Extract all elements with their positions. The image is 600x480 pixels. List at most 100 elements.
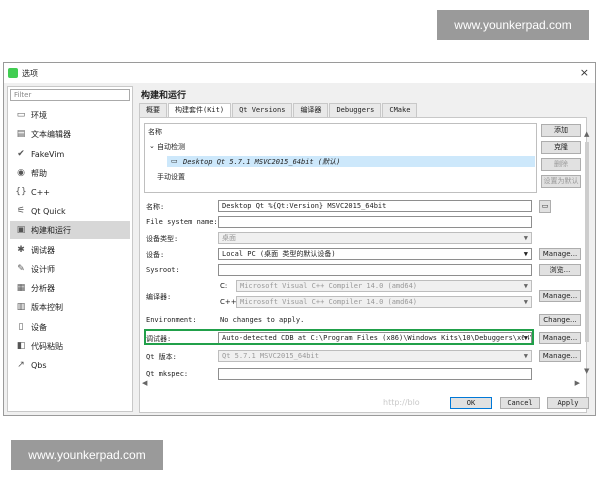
tab-overview[interactable]: 概要 (139, 103, 167, 117)
sidebar-item-version-control[interactable]: ▥ 版本控制 (10, 298, 130, 316)
sidebar-item-designer[interactable]: ✎ 设计师 (10, 260, 130, 278)
apply-button[interactable]: Apply (547, 397, 589, 409)
sidebar-item-qbs[interactable]: ↗ Qbs (10, 356, 130, 374)
watermark-bottom: www.younkerpad.com (11, 440, 163, 470)
watermark-top: www.younkerpad.com (437, 10, 589, 40)
c-compiler-value: Microsoft Visual C++ Compiler 14.0 (amd6… (240, 282, 418, 290)
qt-creator-icon (8, 68, 18, 78)
kit-name-field[interactable]: Desktop Qt %{Qt:Version} MSVC2015_64bit (218, 200, 532, 212)
build-run-icon: ▣ (16, 225, 26, 235)
title-bar: 选项 × (4, 63, 595, 83)
ok-button[interactable]: OK (450, 397, 492, 409)
device-type-value: 桌面 (222, 234, 236, 242)
debugger-icon: ✱ (17, 245, 25, 255)
compiler-manage-button[interactable]: Manage... (539, 290, 581, 302)
kit-list-header: 名称 (148, 128, 162, 136)
cancel-button[interactable]: Cancel (500, 397, 540, 409)
fs-name-label: File system name: (146, 218, 218, 226)
version-control-icon: ▥ (16, 302, 26, 312)
kit-row-desktop[interactable]: ▭ Desktop Qt 5.7.1 MSVC2015_64bit (默认) (167, 156, 535, 167)
horizontal-scrollbar[interactable]: ◀ ▶ (142, 379, 580, 388)
sidebar-item-label: 分析器 (31, 283, 55, 293)
scrollbar-thumb[interactable] (585, 142, 589, 342)
cpp-icon: {} (15, 187, 27, 197)
monitor-icon: ▭ (16, 110, 26, 120)
device-value: Local PC (桌面 类型的默认设备) (222, 250, 336, 258)
device-type-select[interactable]: 桌面 ▼ (218, 232, 532, 244)
sidebar-item-label: 代码粘贴 (31, 341, 63, 351)
vertical-scrollbar[interactable]: ▲ ▼ (582, 130, 592, 375)
manual-group[interactable]: 手动设置 (157, 172, 185, 182)
scroll-left-icon[interactable]: ◀ (142, 379, 147, 387)
close-icon[interactable]: × (580, 66, 589, 79)
environment-value: No changes to apply. (220, 316, 305, 324)
kit-icon-button[interactable]: ▭ (539, 200, 551, 213)
qt-version-select[interactable]: Qt 5.7.1 MSVC2015_64bit ▼ (218, 350, 532, 362)
qt-version-manage-button[interactable]: Manage... (539, 350, 581, 362)
kit-name: Desktop Qt 5.7.1 MSVC2015_64bit (默认) (183, 158, 341, 166)
qbs-icon: ↗ (17, 360, 25, 370)
make-default-button[interactable]: 设置为默认 (541, 175, 581, 188)
sidebar-item-label: 文本编辑器 (31, 129, 71, 139)
device-select[interactable]: Local PC (桌面 类型的默认设备) ▼ (218, 248, 532, 260)
window-title: 选项 (22, 69, 38, 78)
sysroot-field[interactable] (218, 264, 532, 276)
qt-mkspec-field[interactable] (218, 368, 532, 380)
tab-cmake[interactable]: CMake (382, 103, 418, 117)
chevron-down-icon[interactable]: ⌄ (149, 142, 155, 150)
faint-url-text: http://blo (383, 398, 420, 407)
designer-icon: ✎ (17, 264, 25, 274)
tab-kits[interactable]: 构建套件(Kit) (168, 103, 232, 118)
code-paste-icon: ◧ (16, 341, 26, 351)
device-type-label: 设备类型: (146, 235, 179, 243)
chevron-down-icon: ▼ (523, 250, 528, 258)
sidebar-item-help[interactable]: ◉ 帮助 (10, 164, 130, 182)
device-manage-button[interactable]: Manage... (539, 248, 581, 260)
scroll-right-icon[interactable]: ▶ (575, 379, 580, 387)
device-label: 设备: (146, 251, 165, 259)
sidebar-item-environment[interactable]: ▭ 环境 (10, 106, 130, 124)
remove-kit-button[interactable]: 删除 (541, 158, 581, 171)
c-compiler-select[interactable]: Microsoft Visual C++ Compiler 14.0 (amd6… (236, 280, 532, 292)
scroll-up-icon[interactable]: ▲ (584, 130, 589, 138)
sidebar-item-label: 构建和运行 (31, 225, 71, 235)
cpp-compiler-select[interactable]: Microsoft Visual C++ Compiler 14.0 (amd6… (236, 296, 532, 308)
compiler-label: 编译器: (146, 293, 172, 301)
qt-quick-icon: ⚟ (16, 206, 26, 216)
qt-mkspec-label: Qt mkspec: (146, 370, 189, 378)
sidebar-item-label: 设备 (31, 322, 47, 332)
sysroot-browse-button[interactable]: 浏览... (539, 264, 581, 276)
help-icon: ◉ (17, 168, 25, 178)
environment-label: Environment: (146, 316, 197, 324)
sidebar-item-debugger[interactable]: ✱ 调试器 (10, 241, 130, 259)
tab-qt-versions[interactable]: Qt Versions (232, 103, 293, 117)
chevron-down-icon: ▼ (523, 352, 528, 360)
sidebar-item-build-run[interactable]: ▣ 构建和运行 (10, 221, 130, 239)
sidebar-item-fakevim[interactable]: ✔ FakeVim (10, 145, 130, 163)
sidebar-item-label: 设计师 (31, 264, 55, 274)
scroll-down-icon[interactable]: ▼ (584, 367, 589, 375)
fs-name-field[interactable] (218, 216, 532, 228)
clone-kit-button[interactable]: 克隆 (541, 141, 581, 154)
tab-bar: 概要 构建套件(Kit) Qt Versions 编译器 Debuggers C… (139, 103, 418, 118)
sidebar-item-cpp[interactable]: {} C++ (10, 183, 130, 201)
add-kit-button[interactable]: 添加 (541, 124, 581, 137)
sidebar-item-text-editor[interactable]: ▤ 文本编辑器 (10, 125, 130, 143)
qt-version-value: Qt 5.7.1 MSVC2015_64bit (222, 352, 319, 360)
qt-version-label: Qt 版本: (146, 353, 177, 361)
tab-compilers[interactable]: 编译器 (293, 103, 329, 117)
sidebar-item-qt-quick[interactable]: ⚟ Qt Quick (10, 202, 130, 220)
chevron-down-icon: ▼ (523, 298, 528, 306)
tab-debuggers[interactable]: Debuggers (329, 103, 382, 117)
filter-input[interactable]: Filter (10, 89, 130, 101)
monitor-icon: ▭ (171, 157, 178, 165)
sidebar-item-device[interactable]: ▯ 设备 (10, 318, 130, 336)
debugger-manage-button[interactable]: Manage... (539, 332, 581, 344)
sysroot-label: Sysroot: (146, 266, 180, 274)
environment-change-button[interactable]: Change... (539, 314, 581, 326)
auto-detected-group[interactable]: 自动检测 (157, 142, 185, 152)
sidebar-item-code-paste[interactable]: ◧ 代码粘贴 (10, 337, 130, 355)
sidebar-item-analyzer[interactable]: ▦ 分析器 (10, 279, 130, 297)
cpp-compiler-value: Microsoft Visual C++ Compiler 14.0 (amd6… (240, 298, 418, 306)
text-editor-icon: ▤ (16, 129, 26, 139)
